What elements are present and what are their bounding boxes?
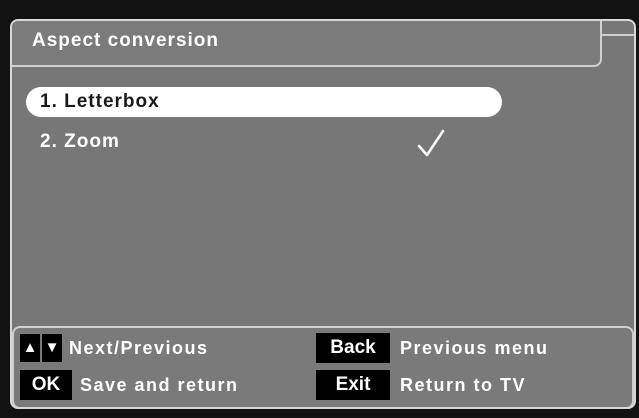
menu-item-letterbox[interactable]: 1. Letterbox (26, 87, 502, 117)
back-key: Back (316, 333, 390, 363)
help-bar: ▲ ▼ Next/Previous OK Save and return Bac… (12, 326, 634, 407)
previous-menu-hint: Previous menu (400, 338, 549, 358)
exit-key: Exit (316, 370, 390, 400)
checkmark-icon (417, 129, 445, 157)
tv-screen: Aspect conversion 1. Letterbox 2. Zoom ▲… (0, 0, 639, 418)
up-arrow-key-icon: ▲ (20, 334, 40, 362)
ok-key: OK (20, 370, 72, 400)
menu-item-letterbox-label: 1. Letterbox (40, 91, 160, 112)
return-to-tv-hint: Return to TV (400, 375, 526, 395)
next-previous-hint: Next/Previous (69, 338, 209, 358)
title-divider (600, 34, 634, 36)
down-arrow-key-icon: ▼ (42, 334, 62, 362)
aspect-conversion-menu-panel: Aspect conversion 1. Letterbox 2. Zoom ▲… (10, 19, 636, 409)
menu-title-bar: Aspect conversion (12, 21, 602, 67)
menu-item-zoom-label: 2. Zoom (40, 131, 120, 152)
save-and-return-hint: Save and return (80, 375, 239, 395)
menu-title: Aspect conversion (32, 30, 219, 51)
